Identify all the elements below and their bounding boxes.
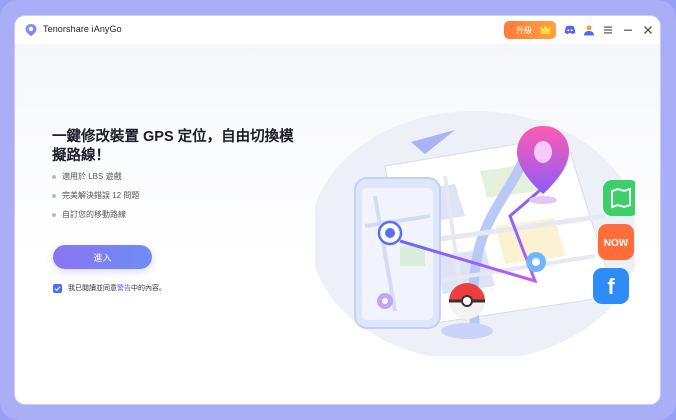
f-app-icon: f	[593, 268, 629, 304]
phone-illustration	[354, 177, 441, 329]
app-logo-icon	[25, 24, 37, 36]
check-icon	[54, 285, 61, 291]
crown-icon	[540, 24, 551, 34]
agree-checkbox[interactable]	[53, 283, 62, 293]
now-app-icon: NOW	[598, 224, 634, 260]
feature-item: 自訂您的移動路線	[52, 209, 139, 228]
agreement-row: 我已閱讀並同意警告中的內容。	[53, 283, 166, 293]
agree-suffix: 中的內容。	[131, 285, 166, 292]
menu-icon[interactable]	[601, 23, 615, 37]
page-headline: 一鍵修改裝置 GPS 定位，自由切換模擬路線！	[52, 129, 294, 164]
svg-text:NOW: NOW	[604, 238, 629, 249]
close-icon[interactable]	[641, 23, 655, 37]
feature-item: 完美解決錯誤 12 問題	[52, 190, 139, 209]
enter-button[interactable]: 進入	[53, 245, 152, 269]
app-window: Tenorshare iAnyGo 升級 一鍵修改裝置 GPS 定位，自由切換模…	[15, 16, 660, 404]
small-pin-icon	[526, 252, 546, 272]
discord-icon[interactable]	[563, 23, 577, 37]
feature-item: 適用於 LBS 遊戲	[52, 171, 139, 190]
map-app-icon	[603, 180, 635, 216]
agree-prefix: 我已閱讀並同意	[68, 285, 117, 292]
svg-text:f: f	[607, 274, 615, 299]
feature-list: 適用於 LBS 遊戲 完美解決錯誤 12 問題 自訂您的移動路線	[52, 171, 139, 228]
upgrade-button[interactable]: 升級	[504, 21, 556, 39]
minimize-icon[interactable]	[621, 23, 635, 37]
warning-link[interactable]: 警告	[117, 285, 131, 292]
map-illustration: NOW f	[315, 111, 635, 356]
title-bar: Tenorshare iAnyGo 升級	[15, 16, 660, 44]
app-title: Tenorshare iAnyGo	[43, 24, 122, 34]
upgrade-label: 升級	[516, 25, 532, 35]
agree-text: 我已閱讀並同意警告中的內容。	[68, 283, 166, 293]
user-icon[interactable]	[582, 23, 596, 37]
